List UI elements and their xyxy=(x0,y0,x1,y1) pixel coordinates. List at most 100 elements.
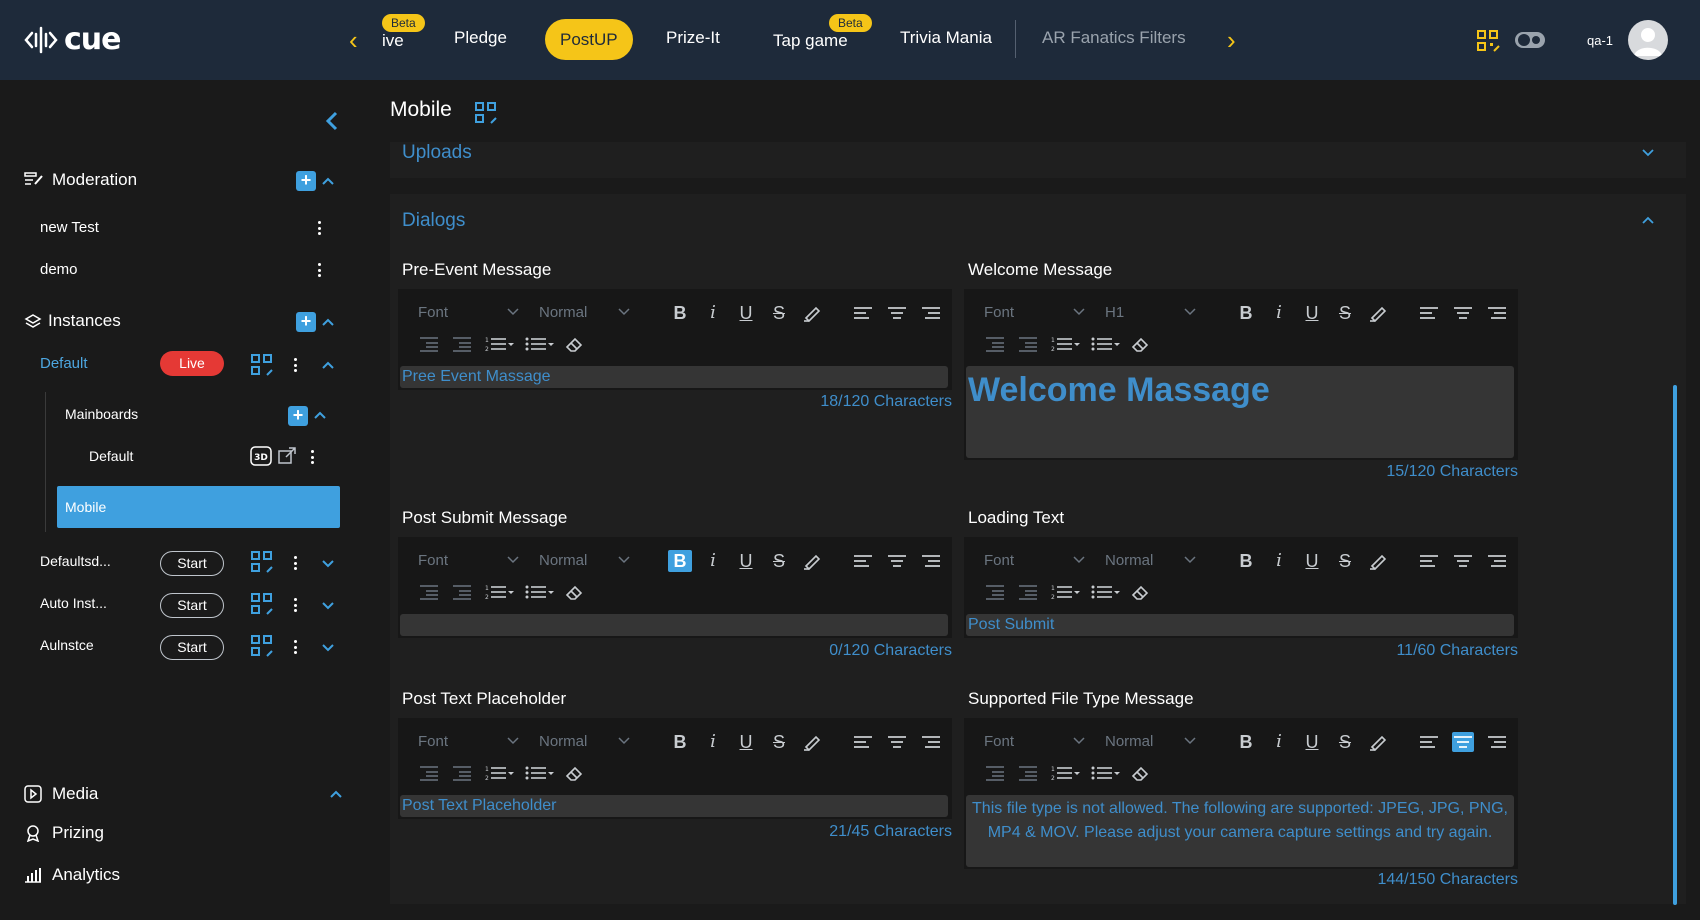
more-options-icon[interactable] xyxy=(290,356,300,374)
chevron-down-icon[interactable] xyxy=(320,597,336,613)
nav-item-ar-fanatics-filters[interactable]: AR Fanatics Filters xyxy=(1042,28,1186,48)
bold-icon[interactable]: B xyxy=(1234,550,1258,572)
strikethrough-icon[interactable]: S xyxy=(1333,550,1357,572)
highlighter-icon[interactable] xyxy=(802,552,822,570)
underline-icon[interactable]: U xyxy=(1300,731,1324,753)
pre-event-message-input[interactable]: Pree Event Massage xyxy=(400,366,948,388)
ordered-list-icon[interactable]: 12 xyxy=(1050,764,1082,782)
align-left-icon[interactable] xyxy=(852,303,874,323)
chevron-down-icon[interactable] xyxy=(320,639,336,655)
ordered-list-icon[interactable]: 12 xyxy=(484,583,516,601)
text-style-select[interactable]: Normal xyxy=(539,552,587,569)
bullet-list-icon[interactable] xyxy=(1090,764,1122,782)
supported-file-type-message-input[interactable]: This file type is not allowed. The follo… xyxy=(966,795,1514,867)
align-center-icon[interactable] xyxy=(886,732,908,752)
font-select[interactable]: Font xyxy=(418,733,448,750)
chevron-up-icon[interactable] xyxy=(320,314,336,330)
bold-icon[interactable]: B xyxy=(1234,302,1258,324)
clear-format-eraser-icon[interactable] xyxy=(564,764,586,782)
highlighter-icon[interactable] xyxy=(802,304,822,322)
outdent-icon[interactable] xyxy=(418,335,440,353)
toggle-theme-icon[interactable] xyxy=(1514,29,1546,51)
open-external-icon[interactable] xyxy=(277,446,297,466)
indent-icon[interactable] xyxy=(451,764,473,782)
add-mainboard-button[interactable]: + xyxy=(288,406,308,426)
align-left-icon[interactable] xyxy=(1418,303,1440,323)
highlighter-icon[interactable] xyxy=(1368,304,1388,322)
outdent-icon[interactable] xyxy=(984,583,1006,601)
ordered-list-icon[interactable]: 12 xyxy=(1050,583,1082,601)
text-style-select[interactable]: Normal xyxy=(539,304,587,321)
chevron-down-icon[interactable] xyxy=(617,307,631,317)
more-options-icon[interactable] xyxy=(290,596,300,614)
chevron-down-icon[interactable] xyxy=(1183,555,1197,565)
app-logo[interactable]: cue xyxy=(24,22,121,57)
mainboard-item[interactable]: Default xyxy=(89,448,133,464)
underline-icon[interactable]: U xyxy=(1300,550,1324,572)
font-select[interactable]: Font xyxy=(418,552,448,569)
text-style-select[interactable]: Normal xyxy=(1105,552,1153,569)
more-options-icon[interactable] xyxy=(290,554,300,572)
instance-name[interactable]: Default xyxy=(40,355,88,372)
align-left-icon[interactable] xyxy=(852,732,874,752)
more-options-icon[interactable] xyxy=(314,219,324,237)
3d-view-icon[interactable]: 3D xyxy=(250,446,272,466)
italic-icon[interactable]: i xyxy=(701,731,725,753)
clear-format-eraser-icon[interactable] xyxy=(1130,335,1152,353)
bold-icon[interactable]: B xyxy=(668,731,692,753)
more-options-icon[interactable] xyxy=(290,638,300,656)
instance-name[interactable]: Auto Inst... xyxy=(40,595,107,611)
underline-icon[interactable]: U xyxy=(734,302,758,324)
italic-icon[interactable]: i xyxy=(1267,731,1291,753)
strikethrough-icon[interactable]: S xyxy=(767,550,791,572)
bold-icon[interactable]: B xyxy=(668,302,692,324)
underline-icon[interactable]: U xyxy=(1300,302,1324,324)
align-right-icon[interactable] xyxy=(920,732,942,752)
nav-item-tap-game[interactable]: Tap game xyxy=(773,31,848,51)
underline-icon[interactable]: U xyxy=(734,731,758,753)
username[interactable]: qa-1 xyxy=(1587,33,1613,48)
start-button[interactable]: Start xyxy=(160,551,224,576)
bullet-list-icon[interactable] xyxy=(524,583,556,601)
outdent-icon[interactable] xyxy=(984,764,1006,782)
highlighter-icon[interactable] xyxy=(802,733,822,751)
instance-name[interactable]: Defaultsd... xyxy=(40,553,111,569)
welcome-message-input[interactable]: Welcome Massage xyxy=(966,366,1514,458)
align-left-icon[interactable] xyxy=(852,551,874,571)
highlighter-icon[interactable] xyxy=(1368,733,1388,751)
nav-next-arrow-icon[interactable]: › xyxy=(1227,26,1236,54)
qr-code-icon[interactable] xyxy=(474,101,498,125)
sidebar-item-prizing[interactable]: Prizing xyxy=(52,823,104,843)
bullet-list-icon[interactable] xyxy=(524,764,556,782)
start-button[interactable]: Start xyxy=(160,635,224,660)
chevron-up-icon[interactable] xyxy=(320,357,336,373)
nav-item-trivia-mania[interactable]: Trivia Mania xyxy=(900,28,992,48)
chevron-down-icon[interactable] xyxy=(320,555,336,571)
ordered-list-icon[interactable]: 12 xyxy=(484,764,516,782)
text-style-select[interactable]: Normal xyxy=(1105,733,1153,750)
indent-icon[interactable] xyxy=(1017,764,1039,782)
clear-format-eraser-icon[interactable] xyxy=(1130,764,1152,782)
nav-item-live[interactable]: ive xyxy=(382,31,404,51)
clear-format-eraser-icon[interactable] xyxy=(564,335,586,353)
uploads-section-title[interactable]: Uploads xyxy=(402,142,472,164)
indent-icon[interactable] xyxy=(451,335,473,353)
chevron-down-icon[interactable] xyxy=(1640,144,1656,160)
instance-name[interactable]: Aulnstce xyxy=(40,637,94,653)
start-button[interactable]: Start xyxy=(160,593,224,618)
add-instance-button[interactable]: + xyxy=(296,312,316,332)
bold-icon[interactable]: B xyxy=(668,550,692,572)
chevron-down-icon[interactable] xyxy=(1072,555,1086,565)
chevron-down-icon[interactable] xyxy=(1183,736,1197,746)
outdent-icon[interactable] xyxy=(984,335,1006,353)
uploads-panel[interactable]: Uploads xyxy=(390,142,1686,178)
italic-icon[interactable]: i xyxy=(1267,550,1291,572)
qr-code-icon[interactable] xyxy=(250,550,274,574)
outdent-icon[interactable] xyxy=(418,583,440,601)
align-center-icon[interactable] xyxy=(1452,303,1474,323)
sidebar-moderation-label[interactable]: Moderation xyxy=(52,170,137,190)
indent-icon[interactable] xyxy=(451,583,473,601)
collapse-sidebar-icon[interactable] xyxy=(325,110,339,132)
strikethrough-icon[interactable]: S xyxy=(767,731,791,753)
outdent-icon[interactable] xyxy=(418,764,440,782)
